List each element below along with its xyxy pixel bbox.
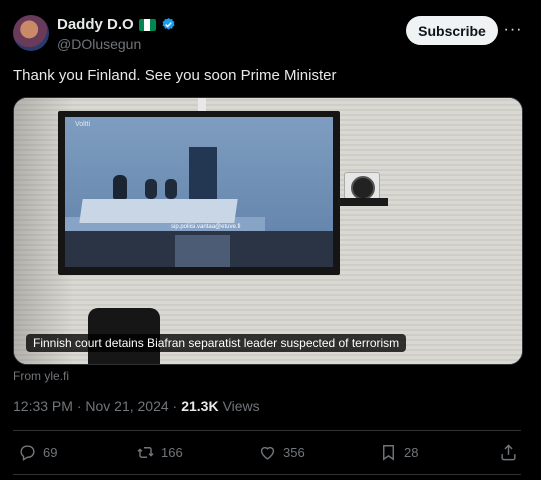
author-name-row[interactable]: Daddy D.O	[57, 16, 176, 33]
screen-overlay-text: sip.poliisi.vantaa@etuve.fi	[171, 224, 241, 230]
card-image-tv: Voltti sip.poliisi.vantaa@etuve.fi	[58, 111, 340, 275]
subscribe-button[interactable]: Subscribe	[406, 16, 498, 45]
reply-count: 69	[43, 444, 58, 460]
avatar[interactable]	[13, 15, 49, 51]
camera-icon	[344, 172, 380, 200]
nigeria-flag-icon	[138, 18, 156, 31]
timestamp[interactable]: 12:33 PM · Nov 21, 2024 ·	[13, 398, 177, 414]
tweet-meta: 12:33 PM · Nov 21, 2024 · 21.3K Views	[13, 398, 260, 414]
more-options-icon[interactable]: ···	[502, 18, 524, 42]
author-name[interactable]: Daddy D.O	[57, 16, 134, 33]
bookmark-icon	[383, 444, 394, 461]
repost-button[interactable]: 166	[136, 443, 183, 462]
verified-badge-icon	[162, 17, 175, 30]
divider	[13, 474, 521, 475]
author-handle[interactable]: @DOlusegun	[57, 36, 141, 52]
screen-logo-text: Voltti	[75, 121, 91, 128]
tv-screen: Voltti sip.poliisi.vantaa@etuve.fi	[65, 117, 333, 267]
repost-count: 166	[161, 444, 183, 460]
action-bar: 69 166 356 28	[13, 440, 521, 464]
like-count: 356	[283, 444, 305, 460]
share-icon	[501, 443, 516, 460]
bookmark-button[interactable]: 28	[379, 443, 418, 462]
cable	[198, 98, 206, 112]
heart-icon	[260, 446, 275, 460]
views-label: Views	[222, 398, 260, 414]
share-button[interactable]	[499, 443, 518, 462]
repost-icon	[137, 446, 154, 458]
reply-button[interactable]: 69	[18, 443, 57, 462]
tweet-text: Thank you Finland. See you soon Prime Mi…	[13, 67, 337, 84]
reply-icon	[20, 444, 35, 461]
link-card[interactable]: Voltti sip.poliisi.vantaa@etuve.fi Finni…	[13, 97, 523, 365]
like-button[interactable]: 356	[258, 443, 305, 462]
divider	[13, 430, 521, 431]
bookmark-count: 28	[404, 444, 419, 460]
views-count: 21.3K	[181, 398, 219, 414]
card-source[interactable]: From yle.fi	[13, 369, 69, 383]
card-caption[interactable]: Finnish court detains Biafran separatist…	[26, 334, 407, 352]
